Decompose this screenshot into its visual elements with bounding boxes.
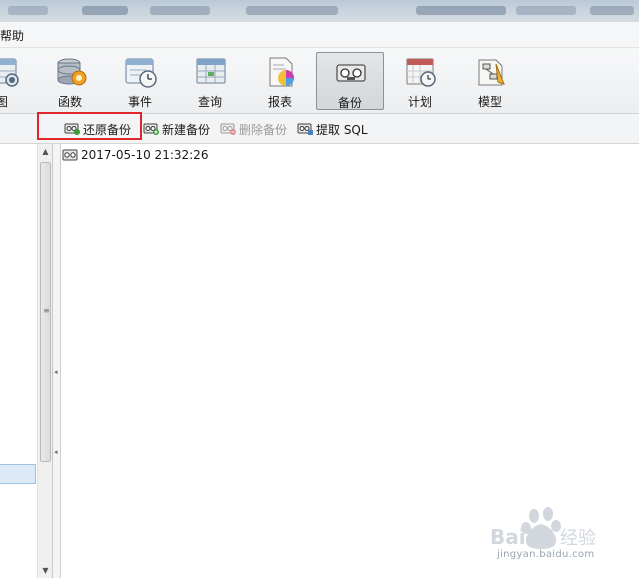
toolbar-function-label: 函数 — [57, 95, 82, 109]
svg-text:Bai: Bai — [490, 525, 526, 549]
object-tree-pane: ▲ ≡ ▼ — [0, 144, 53, 578]
delete-backup-label: 删除备份 — [239, 122, 288, 137]
toolbar-report-button[interactable]: 报表 — [248, 52, 312, 110]
restore-backup-label: 还原备份 — [83, 122, 132, 137]
backup-list-item-label: 2017-05-10 21:32:26 — [81, 148, 209, 162]
toolbar-model-label: 模型 — [477, 95, 502, 109]
toolbar-report-label: 报表 — [267, 95, 292, 109]
scrollbar-thumb[interactable]: ≡ — [40, 162, 51, 462]
backup-icon — [336, 64, 366, 82]
backup-toolbar: 还原备份 新建备份 删除备份 提取 SQL — [0, 114, 639, 144]
new-backup-label: 新建备份 — [162, 122, 211, 137]
main-toolbar: 图 函数 事件 查询 报表 备份 计划 模型 — [0, 48, 639, 114]
new-backup-icon — [143, 123, 159, 135]
menu-bar: 帮助 — [0, 22, 639, 48]
extract-sql-button[interactable]: 提取 SQL — [297, 120, 368, 138]
toolbar-function-button[interactable]: 函数 — [38, 52, 102, 110]
svg-text:经验: 经验 — [560, 528, 596, 549]
function-icon — [57, 58, 87, 86]
toolbar-view-label: 图 — [0, 95, 8, 109]
backup-list-item[interactable]: 2017-05-10 21:32:26 — [62, 146, 208, 164]
backup-file-icon — [62, 149, 78, 161]
delete-backup-button[interactable]: 删除备份 — [220, 120, 287, 138]
toolbar-query-button[interactable]: 查询 — [178, 52, 242, 110]
scroll-down-arrow-icon[interactable]: ▼ — [38, 563, 53, 578]
new-backup-button[interactable]: 新建备份 — [143, 120, 210, 138]
query-icon — [196, 58, 226, 84]
toolbar-event-button[interactable]: 事件 — [108, 52, 172, 110]
scroll-up-arrow-icon[interactable]: ▲ — [38, 144, 53, 159]
event-icon — [125, 58, 157, 88]
toolbar-schedule-button[interactable]: 计划 — [388, 52, 452, 110]
restore-backup-icon — [64, 123, 80, 135]
toolbar-schedule-label: 计划 — [407, 95, 432, 109]
toolbar-backup-button[interactable]: 备份 — [316, 52, 384, 110]
pane-splitter[interactable]: ◂ ◂ — [53, 144, 61, 578]
report-icon — [269, 57, 294, 87]
tree-selected-item[interactable] — [0, 464, 36, 484]
schedule-icon — [406, 58, 436, 87]
collapse-left-arrow-icon[interactable]: ◂ — [54, 368, 58, 376]
watermark-url: jingyan.baidu.com — [497, 549, 595, 560]
toolbar-event-label: 事件 — [127, 95, 152, 109]
baidu-watermark-logo: Bai 经验 — [490, 507, 596, 549]
delete-backup-icon — [220, 123, 236, 135]
extract-sql-label: 提取 SQL — [316, 122, 368, 137]
model-icon — [478, 59, 505, 86]
restore-backup-button[interactable]: 还原备份 — [64, 120, 131, 138]
toolbar-model-button[interactable]: 模型 — [458, 52, 522, 110]
toolbar-query-label: 查询 — [197, 95, 222, 109]
view-icon — [0, 58, 19, 87]
extract-sql-icon — [297, 123, 313, 135]
scrollbar-grip-icon: ≡ — [43, 306, 50, 315]
collapse-left-arrow-icon-2[interactable]: ◂ — [54, 448, 58, 456]
tree-vertical-scrollbar[interactable]: ▲ ≡ ▼ — [37, 144, 52, 578]
window-titlebar — [0, 0, 639, 22]
menu-help[interactable]: 帮助 — [0, 27, 24, 44]
toolbar-backup-label: 备份 — [337, 96, 362, 110]
toolbar-view-button[interactable]: 图 — [0, 52, 34, 110]
